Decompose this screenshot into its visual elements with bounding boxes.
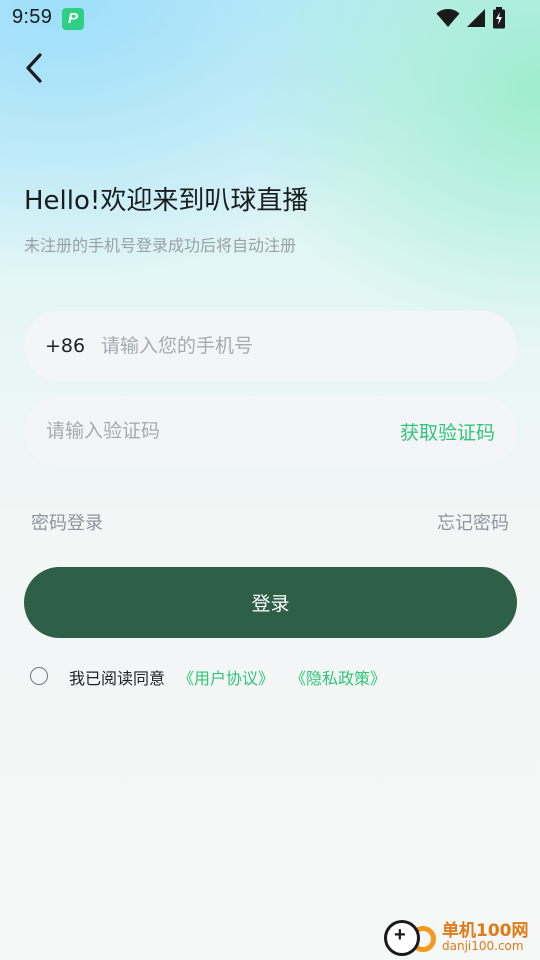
watermark-domain: danji100.com xyxy=(442,939,524,953)
login-button[interactable]: 登录 xyxy=(24,567,517,638)
app-notification-icon: P xyxy=(62,8,84,30)
battery-charging-icon xyxy=(493,7,505,29)
plus-icon: + xyxy=(394,924,406,946)
agreement-text: 我已阅读同意 xyxy=(69,669,166,688)
user-agreement-link[interactable]: 《用户协议》 xyxy=(178,665,274,689)
wifi-icon xyxy=(436,9,460,27)
verification-code-input[interactable] xyxy=(46,411,366,451)
forgot-password-link[interactable]: 忘记密码 xyxy=(437,509,509,535)
get-code-button[interactable]: 获取验证码 xyxy=(400,418,495,445)
signal-icon xyxy=(467,9,485,27)
page-subtitle: 未注册的手机号登录成功后将自动注册 xyxy=(24,236,297,255)
agreement-checkbox[interactable] xyxy=(30,667,48,685)
privacy-policy-link[interactable]: 《隐私政策》 xyxy=(290,665,386,689)
watermark-name: 单机100网 xyxy=(442,921,529,941)
status-bar: 9:59 P xyxy=(0,0,540,36)
status-icons xyxy=(436,7,506,29)
password-login-link[interactable]: 密码登录 xyxy=(31,509,103,535)
status-time: 9:59 xyxy=(12,6,53,28)
chevron-left-icon xyxy=(26,53,42,83)
back-button[interactable] xyxy=(14,48,54,88)
watermark: + 单机100网 danji100.com xyxy=(380,914,536,960)
phone-field: +86 xyxy=(24,311,517,381)
page-title: Hello!欢迎来到叭球直播 xyxy=(24,186,309,216)
country-code-selector[interactable]: +86 xyxy=(45,335,85,357)
verification-code-field: 获取验证码 xyxy=(24,396,517,466)
phone-input[interactable] xyxy=(101,326,491,366)
